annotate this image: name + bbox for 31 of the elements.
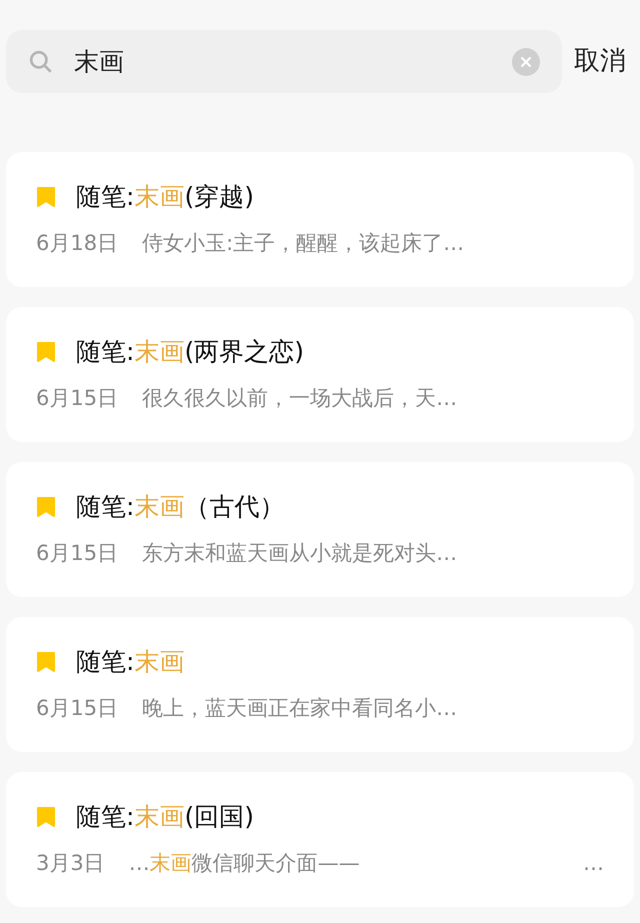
note-snippet: …末画微信聊天介面—— — [128, 850, 361, 876]
note-card[interactable]: 随笔:末画(穿越) 6月18日 侍女小玉:主子，醒醒，该起床了… — [6, 152, 634, 287]
note-date: 6月15日 — [36, 540, 118, 566]
note-title: 随笔:末画(两界之恋) — [76, 336, 304, 368]
note-date: 6月15日 — [36, 384, 118, 412]
bookmark-icon — [36, 186, 56, 208]
note-card[interactable]: 随笔:末画 6月15日 晚上，蓝天画正在家中看同名小… — [6, 617, 634, 752]
cancel-button[interactable]: 取消 — [574, 42, 626, 81]
note-date: 3月3日 — [36, 850, 105, 876]
clear-icon[interactable] — [512, 48, 540, 76]
search-text: 末画 — [74, 46, 125, 78]
note-date: 6月15日 — [36, 694, 118, 722]
search-icon — [28, 48, 54, 74]
note-card[interactable]: 随笔:末画（古代） 6月15日 东方末和蓝天画从小就是死对头… — [6, 462, 634, 597]
note-snippet: 很久很久以前，一场大战后，天… — [142, 384, 458, 412]
note-snippet: 东方末和蓝天画从小就是死对头… — [142, 540, 458, 566]
bookmark-icon — [36, 650, 56, 673]
note-card[interactable]: 随笔:末画(两界之恋) 6月15日 很久很久以前，一场大战后，天… — [6, 307, 634, 442]
more-text: … — [583, 850, 604, 876]
bookmark-icon — [36, 806, 56, 828]
note-title: 随笔:末画 — [76, 646, 184, 678]
note-title: 随笔:末画（古代） — [76, 491, 284, 523]
bookmark-icon — [36, 340, 56, 363]
note-snippet: 侍女小玉:主子，醒醒，该起床了… — [142, 230, 466, 256]
note-title: 随笔:末画(穿越) — [76, 181, 254, 213]
search-field[interactable]: 末画 — [6, 30, 562, 93]
note-snippet: 晚上，蓝天画正在家中看同名小… — [142, 694, 458, 722]
bookmark-icon — [36, 496, 56, 518]
note-card[interactable]: 随笔:末画(回国) 3月3日 …末画微信聊天介面—— … — [6, 772, 634, 907]
note-date: 6月18日 — [36, 230, 118, 256]
note-title: 随笔:末画(回国) — [76, 801, 254, 833]
